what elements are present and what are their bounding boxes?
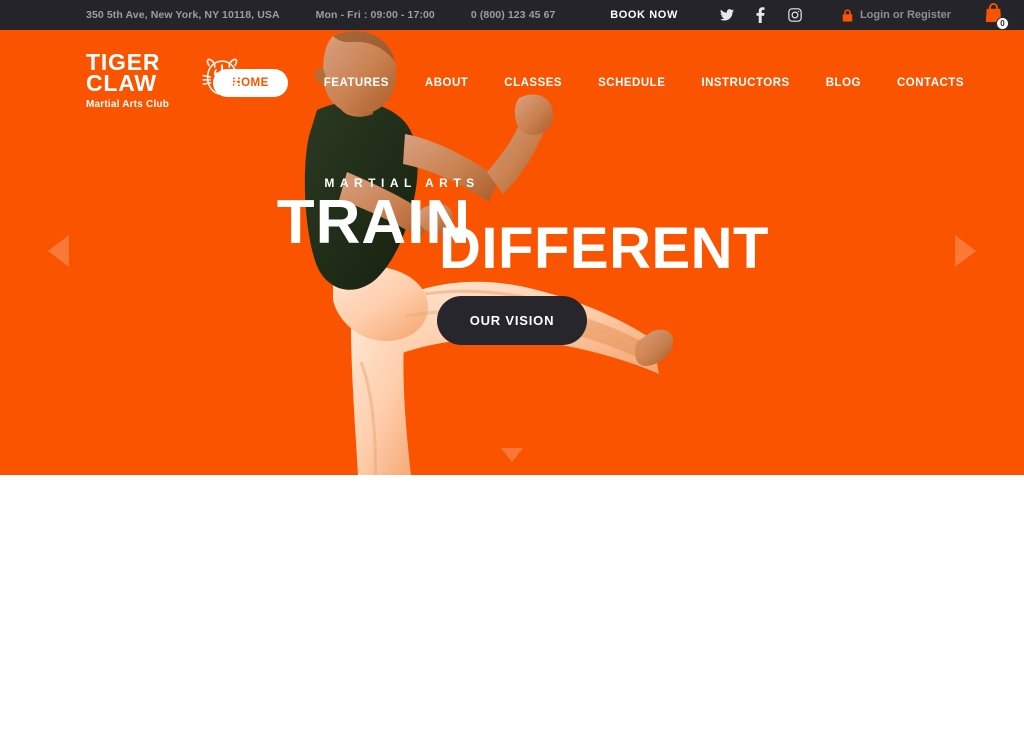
nav-item-classes[interactable]: CLASSES [504, 77, 562, 89]
twitter-icon[interactable] [716, 6, 738, 24]
social-links [716, 6, 806, 24]
main-navigation: HOME FEATURES ABOUT CLASSES SCHEDULE INS… [213, 65, 964, 97]
instagram-icon[interactable] [784, 6, 806, 24]
tiger-head-icon [199, 54, 245, 100]
hours-text: Mon - Fri : 09:00 - 17:00 [315, 9, 435, 21]
nav-item-features[interactable]: FEATURES [324, 77, 389, 89]
login-register-link[interactable]: Login or Register [842, 8, 951, 22]
scroll-down-icon[interactable] [501, 448, 523, 462]
phone-text: 0 (800) 123 45 67 [470, 9, 556, 21]
book-now-link[interactable]: BOOK NOW [610, 9, 678, 21]
login-register-label: Login or Register [859, 9, 951, 21]
hero-slider: TIGER CLAW Martial Arts Club HOME FEATUR… [0, 30, 1024, 475]
site-logo[interactable]: TIGER CLAW Martial Arts Club [86, 50, 242, 110]
hero-eyebrow: MARTIAL ARTS [324, 175, 480, 190]
hero-content: MARTIAL ARTS TRAIN DIFFERENT OUR VISION [0, 176, 1024, 345]
nav-item-instructors[interactable]: INSTRUCTORS [701, 77, 789, 89]
hero-headline: TRAIN DIFFERENT [0, 191, 1024, 284]
address-text: 350 5th Ave, New York, NY 10118, USA [86, 9, 280, 21]
nav-item-schedule[interactable]: SCHEDULE [598, 77, 665, 89]
top-bar-contact-group: 350 5th Ave, New York, NY 10118, USA Mon… [86, 9, 555, 21]
about-section: About our Club [0, 475, 1024, 745]
slider-prev-arrow-icon[interactable] [48, 235, 69, 267]
top-bar-actions: BOOK NOW Login or Register 0 [610, 3, 1009, 30]
site-header: TIGER CLAW Martial Arts Club HOME FEATUR… [0, 30, 1024, 110]
nav-item-contacts[interactable]: CONTACTS [897, 77, 964, 89]
top-bar: 350 5th Ave, New York, NY 10118, USA Mon… [0, 0, 1024, 30]
nav-item-about[interactable]: ABOUT [425, 77, 468, 89]
slider-next-arrow-icon[interactable] [955, 235, 976, 267]
cart-button[interactable]: 0 [985, 3, 1009, 30]
cart-count-badge: 0 [996, 17, 1009, 30]
hero-headline-line-2: DIFFERENT [439, 215, 769, 281]
our-vision-button[interactable]: OUR VISION [436, 295, 588, 345]
facebook-icon[interactable] [750, 6, 772, 24]
lock-icon [842, 8, 853, 22]
nav-item-blog[interactable]: BLOG [826, 77, 861, 89]
logo-tagline: Martial Arts Club [86, 98, 170, 110]
logo-line-2: CLAW [86, 70, 157, 97]
